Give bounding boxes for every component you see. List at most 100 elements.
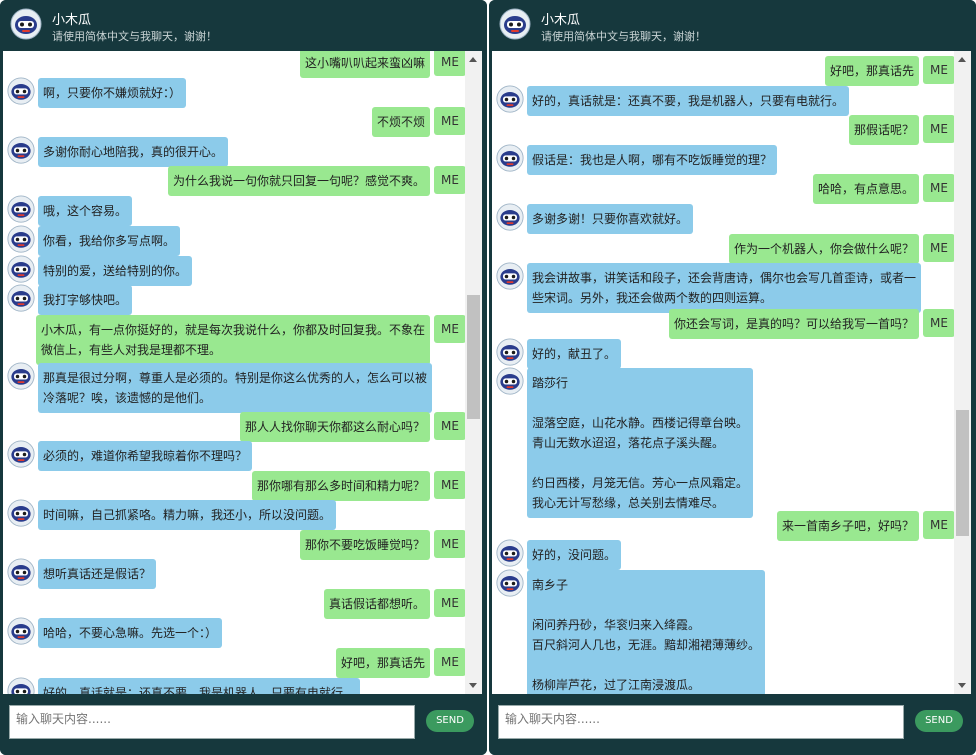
me-label: ME [923,309,955,337]
bot-message-row: 时间嘛，自己抓紧咯。精力嘛，我还小，所以没问题。 [7,498,472,530]
bot-message-row: 踏莎行 湿落空庭，山花水静。西楼记得章台映。 青山无数水迢迢，落花点子溪头醒。 约日西… [496,366,961,518]
chat-input[interactable] [498,705,904,739]
me-label: ME [923,115,955,143]
message-text-line: 杨柳岸芦花，过了江南浸渡瓜。 [532,678,701,692]
me-label: ME [434,648,466,676]
me-label: ME [923,511,955,539]
message-text-line: 好吧，那真话先 [340,656,425,670]
message-text-line: 闲问养丹砂，华衮归来入绛霞。 [532,618,701,632]
message-text-line: 青山无数水迢迢，落花点子溪头醒。 [532,436,725,450]
message-text-line: 那人人找你聊天你都这么耐心吗？ [244,420,425,434]
user-message-bubble: 作为一个机器人，你会做什么呢？ [728,234,919,264]
me-label: ME [434,166,466,194]
robot-avatar-icon [496,539,524,567]
bot-message-row: 那真是很过分啊，尊重人是必须的。特别是你这么优秀的人，怎么可以被 冷落呢？唉，该遗… [7,361,472,413]
input-bar: SEND [489,697,976,755]
message-text-line [532,453,748,473]
scroll-down-arrow-icon[interactable] [958,683,966,688]
robot-avatar-icon [499,8,531,40]
scroll-up-arrow-icon[interactable] [469,57,477,62]
user-message-row: 真话假话都想听。 ME [3,587,466,619]
chat-panel-right: 小木瓜 请使用简体中文与我聊天，谢谢！ 好吧，那真话先 ME 好的，真话就是：还真不… [489,0,976,755]
me-label: ME [434,589,466,617]
user-message-row: 小木瓜，有一点你挺好的，就是每次我说什么，你都及时回复我。不象在 微信上，有些人对… [3,313,466,365]
me-label: ME [434,51,466,76]
message-list[interactable]: 这小嘴叭叭起来蛮凶嘛 ME 啊，只要你不嫌烦就好：） 不烦不烦 ME 多谢你耐心地陪我，真… [3,51,482,694]
user-message-row: 来一首南乡子吧，好吗？ ME [492,509,955,541]
bot-message-row: 哦，这个容易。 [7,194,472,226]
bot-message-bubble: 我会讲故事，讲笑话和段子，还会背唐诗，偶尔也会写几首歪诗，或者一 些宋词。另外，我… [527,263,922,313]
user-message-row: 好吧，那真话先 ME [492,54,955,86]
bot-message-bubble: 多谢多谢！只要你喜欢就好。 [527,204,694,234]
message-text-line: 哈哈，不要心急嘛。先选一个：） [43,626,218,640]
robot-avatar-icon [496,144,524,172]
scroll-up-arrow-icon[interactable] [958,57,966,62]
bot-message-row: 好的，真话就是：还真不要，我是机器人，只要有电就行。 [7,676,472,694]
bot-message-row: 南乡子 闲问养丹砂，华衮归来入绛霞。 百尺斜河人几也，无涯。黯却湘裙薄薄纱。 杨柳岸芦… [496,568,961,694]
message-text-line: 那你哪有那么多时间和精力呢？ [256,479,425,493]
scroll-down-arrow-icon[interactable] [469,683,477,688]
bot-message-bubble: 那真是很过分啊，尊重人是必须的。特别是你这么优秀的人，怎么可以被 冷落呢？唉，该遗… [38,363,433,413]
send-button[interactable]: SEND [915,710,963,732]
bot-message-row: 特别的爱，送给特别的你。 [7,254,472,286]
message-text-line: 那你不要吃饭睡觉吗？ [304,538,425,552]
bot-message-row: 啊，只要你不嫌烦就好：） [7,76,472,108]
robot-avatar-icon [7,77,35,105]
send-button[interactable]: SEND [426,710,474,732]
scrollbar[interactable] [954,51,971,694]
bot-message-bubble: 好的，真话就是：还真不要，我是机器人，只要有电就行。 [527,86,850,116]
me-label: ME [434,530,466,558]
scrollbar-thumb[interactable] [956,410,969,536]
me-label: ME [434,412,466,440]
user-message-row: 哈哈，有点意思。 ME [492,172,955,204]
chat-input[interactable] [9,705,415,739]
message-text-line: 我打字够快吧。 [43,293,128,307]
user-message-bubble: 小木瓜，有一点你挺好的，就是每次我说什么，你都及时回复我。不象在 微信上，有些人对… [35,315,430,365]
bot-message-bubble: 好的，真话就是：还真不要，我是机器人，只要有电就行。 [38,678,361,694]
bot-message-row: 多谢多谢！只要你喜欢就好。 [496,202,961,234]
message-text-line [532,393,748,413]
bot-message-row: 假话是：我也是人啊，哪有不吃饭睡觉的理？ [496,143,961,175]
robot-avatar-icon [7,255,35,283]
bot-message-bubble: 南乡子 闲问养丹砂，华衮归来入绛霞。 百尺斜河人几也，无涯。黯却湘裙薄薄纱。 杨柳岸芦… [527,570,766,694]
robot-avatar-icon [7,136,35,164]
message-text-line: 假话是：我也是人啊，哪有不吃饭睡觉的理？ [532,153,773,167]
user-message-bubble: 那人人找你聊天你都这么耐心吗？ [239,412,430,442]
message-text-line: 好的，献丑了。 [532,347,617,361]
user-message-row: 好吧，那真话先 ME [3,646,466,678]
robot-avatar-icon [10,8,42,40]
bot-message-row: 想听真话还是假话？ [7,557,472,589]
message-text-line: 这小嘴叭叭起来蛮凶嘛 [304,56,425,70]
message-text-line: 踏莎行 [532,376,569,390]
robot-avatar-icon [7,362,35,390]
robot-avatar-icon [7,499,35,527]
bot-message-row: 我打字够快吧。 [7,283,472,315]
me-label: ME [923,174,955,202]
bot-message-row: 好的，真话就是：还真不要，我是机器人，只要有电就行。 [496,84,961,116]
user-message-row: 那你不要吃饭睡觉吗？ ME [3,528,466,560]
robot-avatar-icon [7,195,35,223]
message-text-line: 想听真话还是假话？ [43,567,152,581]
message-text-line: 特别的爱，送给特别的你。 [43,264,188,278]
user-message-row: 为什么我说一句你就只回复一句呢？感觉不爽。 ME [3,164,466,196]
bot-message-bubble: 假话是：我也是人啊，哪有不吃饭睡觉的理？ [527,145,778,175]
message-text-line: 好的，真话就是：还真不要，我是机器人，只要有电就行。 [532,94,845,108]
user-message-row: 不烦不烦 ME [3,105,466,137]
message-list[interactable]: 好吧，那真话先 ME 好的，真话就是：还真不要，我是机器人，只要有电就行。 那假话呢？… [492,51,971,694]
scrollbar-thumb[interactable] [467,295,480,419]
message-text-line: 好的，真话就是：还真不要，我是机器人，只要有电就行。 [43,686,356,694]
message-text-line: 不烦不烦 [376,115,425,129]
user-message-bubble: 那假话呢？ [848,115,919,145]
bot-message-bubble: 好的，没问题。 [527,540,622,570]
user-message-row: 那假话呢？ ME [492,113,955,145]
message-text-line: 啊，只要你不嫌烦就好：） [43,86,182,100]
scrollbar[interactable] [465,51,482,694]
user-message-bubble: 那你哪有那么多时间和精力呢？ [251,471,430,501]
user-message-row: 这小嘴叭叭起来蛮凶嘛 ME [3,51,466,78]
header-subtitle: 请使用简体中文与我聊天，谢谢！ [52,30,217,43]
message-text-line: 我会讲故事，讲笑话和段子，还会背唐诗，偶尔也会写几首歪诗，或者一 [532,271,917,285]
message-text-line: 微信上，有些人对我是理都不理。 [40,343,221,357]
message-text-line: 约日西楼，月笼无信。芳心一点风霜定。 [532,476,749,490]
bot-message-bubble: 哈哈，不要心急嘛。先选一个：） [38,618,223,648]
robot-avatar-icon [7,558,35,586]
